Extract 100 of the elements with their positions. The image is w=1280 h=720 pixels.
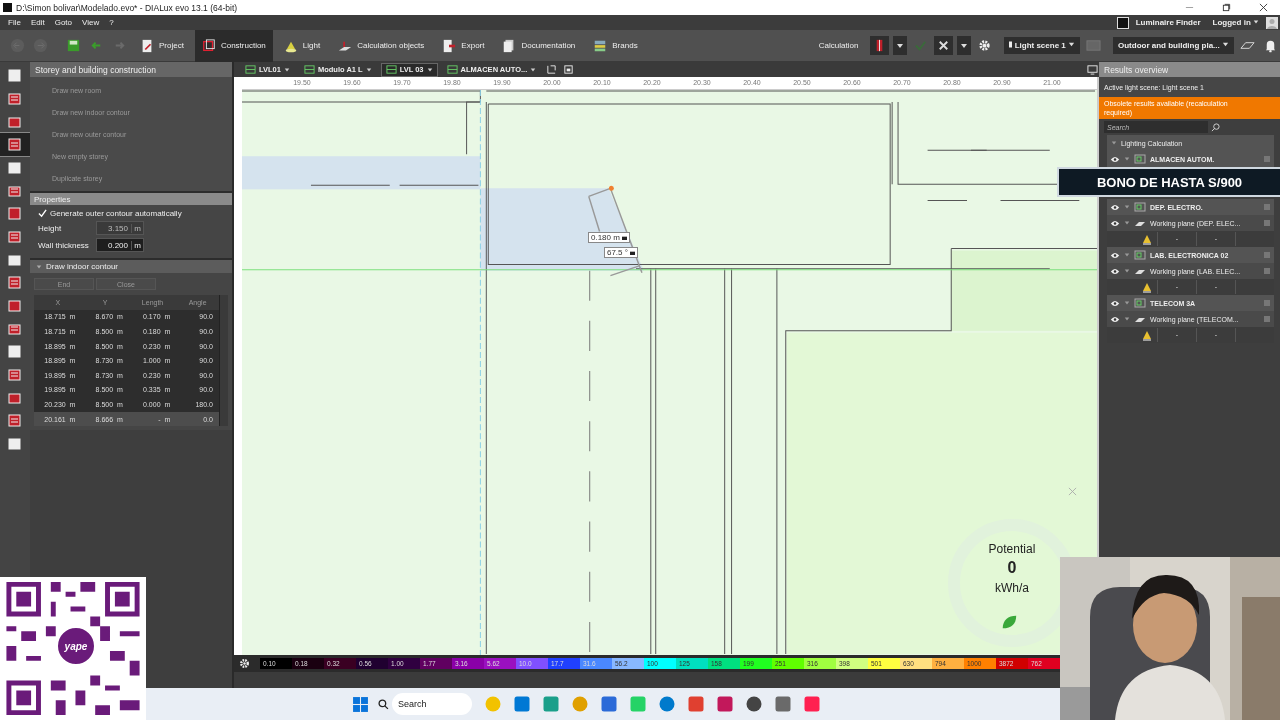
room-icon xyxy=(1134,154,1146,164)
toolbar-tab[interactable]: Export xyxy=(435,29,492,62)
box-icon xyxy=(7,90,23,107)
room-icon xyxy=(1134,298,1146,308)
layer-icon xyxy=(244,64,256,75)
eye-icon[interactable] xyxy=(1110,315,1120,323)
menu-item[interactable]: Edit xyxy=(26,18,49,27)
window-title: D:\Simon bolivar\Modelado.evo* - DIALux evo 13.1 (64-bit) xyxy=(16,2,238,13)
layer-icon xyxy=(385,64,397,75)
app-icon[interactable] xyxy=(512,694,532,714)
checkbox[interactable] xyxy=(1264,268,1270,274)
light-scene-dropdown[interactable]: Light scene 1 xyxy=(1004,37,1080,54)
checkbox[interactable] xyxy=(38,209,47,218)
eye-icon[interactable] xyxy=(1110,155,1120,163)
checkbox[interactable] xyxy=(1264,204,1270,210)
tool-button[interactable] xyxy=(0,133,30,156)
settings-icon[interactable] xyxy=(237,657,251,670)
room-icon xyxy=(1134,202,1146,212)
checkbox[interactable] xyxy=(1264,220,1270,226)
search-icon xyxy=(378,698,389,710)
toolbar-tab[interactable]: Documentation xyxy=(495,29,583,62)
promo-banner: BONO DE HASTA S/900 xyxy=(1057,167,1280,197)
section-title: Properties xyxy=(30,193,232,205)
frame-icon xyxy=(201,38,216,53)
menu-item[interactable]: View xyxy=(78,18,104,27)
app-icon[interactable] xyxy=(686,694,706,714)
box-icon xyxy=(7,366,23,383)
menu-item[interactable]: Goto xyxy=(50,18,77,27)
eye-icon[interactable] xyxy=(1110,219,1120,227)
checkbox-label: Generate outer contour automatically xyxy=(50,209,182,218)
bar-icon xyxy=(1009,41,1013,48)
app-logo-icon xyxy=(1116,16,1129,29)
lock-icon xyxy=(629,250,635,255)
eye-icon[interactable] xyxy=(1110,299,1120,307)
scrollbar[interactable] xyxy=(218,295,228,427)
close-icon[interactable] xyxy=(1259,3,1268,12)
input-field[interactable]: 0.200 m xyxy=(96,238,144,252)
menu-item[interactable]: ? xyxy=(105,18,118,27)
box-icon xyxy=(7,159,23,176)
luminaire-finder-link[interactable]: Luminaire Finder xyxy=(1130,18,1206,27)
start-icon[interactable] xyxy=(352,695,369,713)
eye-icon[interactable] xyxy=(1110,251,1120,259)
shelf-icon xyxy=(593,38,608,53)
box-icon xyxy=(7,228,23,245)
caret-icon xyxy=(365,66,372,73)
caret-icon[interactable] xyxy=(893,36,908,55)
search-field[interactable]: Search xyxy=(392,693,472,715)
caret-icon xyxy=(283,66,290,73)
toolbar-tab[interactable]: Light xyxy=(276,29,328,62)
layer-icon xyxy=(446,64,458,75)
app-icon[interactable] xyxy=(773,694,793,714)
eye-icon[interactable] xyxy=(1110,267,1120,275)
dimension-label[interactable]: 0.180 m xyxy=(587,232,630,243)
monitor-icon[interactable] xyxy=(1086,63,1099,76)
close-icon[interactable] xyxy=(934,36,954,55)
angle-label[interactable]: 67.5 ° xyxy=(603,247,638,258)
calculate-icon[interactable] xyxy=(870,36,890,55)
floor-plan-icon[interactable] xyxy=(545,63,559,76)
restore-icon[interactable] xyxy=(1222,3,1231,12)
calculation-label: Calculation xyxy=(817,41,860,50)
toolbar-tab[interactable]: Brands xyxy=(586,29,645,62)
login-dropdown[interactable]: Logged in xyxy=(1207,18,1264,27)
eye-icon[interactable] xyxy=(1110,203,1120,211)
checkbox[interactable] xyxy=(1264,156,1270,162)
toolbar-tab[interactable]: Calculation objects xyxy=(331,29,432,62)
app-icon[interactable] xyxy=(657,694,677,714)
search-icon[interactable] xyxy=(1211,122,1220,132)
view-mode-dropdown[interactable]: Outdoor and building pla... xyxy=(1113,37,1234,54)
wall-line xyxy=(927,199,968,201)
caret-icon xyxy=(1222,41,1229,48)
checkbox[interactable] xyxy=(1264,300,1270,306)
checkbox[interactable] xyxy=(1264,252,1270,258)
caret-icon xyxy=(426,66,433,73)
avatar-icon[interactable] xyxy=(1266,16,1278,29)
lock-icon xyxy=(621,235,627,240)
box-icon xyxy=(7,435,23,452)
layer-icon xyxy=(303,64,315,75)
potential-unit: kWh/a xyxy=(993,581,1030,595)
doc-icon xyxy=(140,38,154,53)
luminaire-icon xyxy=(1141,329,1153,341)
box-icon xyxy=(7,274,23,291)
potential-label: Potential xyxy=(987,542,1037,556)
app-icon[interactable] xyxy=(599,694,619,714)
room-icon xyxy=(1134,250,1146,260)
fit-view-icon[interactable] xyxy=(562,63,576,76)
field-label: Wall thickness xyxy=(38,240,90,250)
box-icon xyxy=(7,136,23,153)
menu-item[interactable]: File xyxy=(4,18,25,27)
caret-icon[interactable] xyxy=(957,36,972,55)
toolbar-tab[interactable]: Project xyxy=(133,29,191,62)
app-icon[interactable] xyxy=(744,694,764,714)
section-title: Draw indoor contour xyxy=(46,262,119,271)
field-label: Height xyxy=(38,223,63,233)
app-icon[interactable] xyxy=(715,694,735,714)
caret-icon xyxy=(1253,19,1259,25)
checkbox[interactable] xyxy=(1264,316,1270,322)
toolbar-tab[interactable]: Construction xyxy=(194,29,273,62)
box-icon xyxy=(7,297,23,314)
box-icon xyxy=(7,67,23,84)
panel-title: Storey and building construction xyxy=(30,62,232,77)
